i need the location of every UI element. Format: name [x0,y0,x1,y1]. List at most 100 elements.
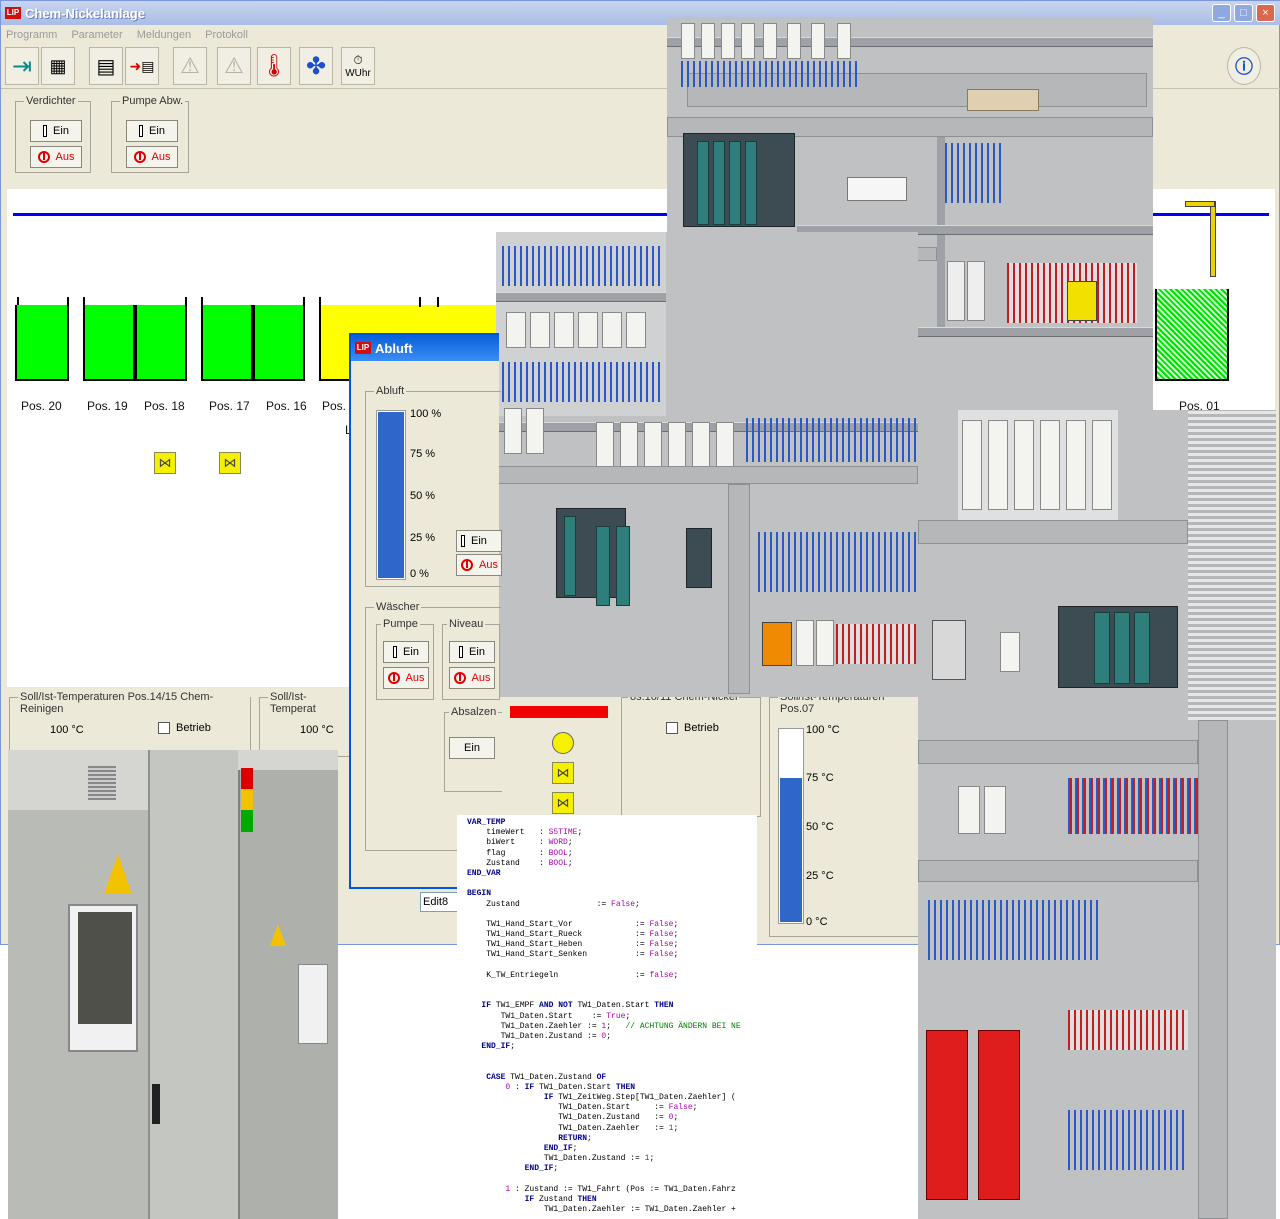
edit8-field[interactable]: Edit8 [420,892,458,912]
fan-icon: ✤ [305,52,327,80]
niveau-off-button[interactable]: Aus [449,667,495,689]
menu-meldungen[interactable]: Meldungen [137,29,191,41]
code-line: K_TW_Entriegeln := false; [467,970,679,980]
tank-pos20[interactable] [15,305,69,381]
abluft-group: Abluft 100 % 75 % 50 % 25 % 0 % Ein Aus [365,385,502,587]
info-button[interactable]: ⓘ [1227,47,1261,85]
thermometer-icon: 🌡 [260,53,288,78]
fan-button[interactable]: ✤ [299,47,333,85]
code-line: END_IF; [481,1042,516,1052]
temp-group-2: Soll/Ist-Temperat 100 °C [259,691,351,757]
on-bar-icon [43,125,48,137]
close-button[interactable]: × [1256,4,1275,22]
code-line: TW1_Daten.Start := True; [467,1011,631,1021]
menu-protokoll[interactable]: Protokoll [205,29,248,41]
wuhr-button[interactable]: ⏱ WUhr [341,47,375,85]
abluft-on-button[interactable]: Ein [456,530,502,552]
verdichter-off-button[interactable]: Aus [30,146,82,168]
code-line: TW1_Daten.Zaehler := 1; [467,1123,679,1133]
valve-icon[interactable]: ⋈ [552,792,574,814]
betrieb-checkbox[interactable]: Betrieb [666,722,719,735]
maximize-button[interactable]: □ [1234,4,1253,22]
code-line: flag : BOOL; [467,848,573,858]
code-line: CASE TW1_Daten.Zustand OF [486,1072,607,1082]
code-line: timeWert : S5TIME; [467,828,583,838]
code-line: 1 : Zustand := TW1_Fahrt (Pos := TW1_Dat… [505,1184,736,1194]
abluft-off-button[interactable]: Aus [456,554,502,576]
absalzen-group: Absalzen Ein [444,706,502,792]
scl-code-listing: VAR_TEMP timeWert : S5TIME; biWert : WOR… [457,815,757,1219]
warning-button-2[interactable]: ⚠ [217,47,251,85]
menu-programm[interactable]: Programm [6,29,57,41]
stop-icon [387,672,400,684]
code-line: END_VAR [467,868,501,878]
tank-pos19[interactable] [83,305,135,381]
pumpe-group: Pumpe Ein Aus [376,618,434,700]
control-cabinet-right-photo [918,410,1276,1219]
cabinet-row-photo [8,750,338,1219]
warning-button-1[interactable]: ⚠ [173,47,207,85]
code-line: TW1_Hand_Start_Rueck := False; [467,930,679,940]
app-logo: LIP [5,7,21,19]
niveau-group: Niveau Ein Aus [442,618,500,700]
tank-pos01[interactable] [1155,289,1229,381]
betrieb-checkbox[interactable]: Betrieb [158,722,211,735]
arrow-document-icon: ➜▤ [129,57,155,74]
temp-gauge-pos07 [778,728,804,924]
export-button[interactable]: ➜▤ [125,47,159,85]
temperature-button[interactable]: 🌡 [257,47,291,85]
on-bar-icon [461,535,465,547]
pumpe-abw-group: Pumpe Abw. Ein Aus [111,95,189,173]
clock-icon: ⏱ [353,53,363,67]
abluft-gauge [376,410,406,580]
code-line: VAR_TEMP [467,818,506,827]
absalzen-on-button[interactable]: Ein [449,737,495,759]
code-line: TW1_Daten.Zustand := 0; [467,1031,612,1041]
panel-button[interactable]: ▦ [41,47,75,85]
stop-icon [461,559,473,571]
exit-icon: ⇥ [11,52,33,80]
pumpe-off-button[interactable]: Aus [383,667,429,689]
code-line: IF TW1_ZeitWeg.Step[TW1_Daten.Zaehler] ( [543,1093,736,1103]
valve-icon[interactable]: ⋈ [219,452,241,474]
crane-icon [1210,201,1216,277]
minimize-button[interactable]: _ [1212,4,1231,22]
chem-nickel-group: os.10/11 Chem-Nickel Betrieb [621,691,761,817]
code-line: TW1_Hand_Start_Vor := False; [467,919,679,929]
niveau-on-button[interactable]: Ein [449,641,495,663]
dialog-title-bar[interactable]: LIP Abluft [351,335,499,361]
code-line: END_IF; [524,1164,559,1174]
app-logo: LIP [355,342,371,354]
abluft-dialog: LIP Abluft Abluft 100 % 75 % 50 % 25 % 0… [349,333,502,889]
code-line: TW1_Daten.Zustand := 0; [467,1113,679,1123]
temp-group-pos14-15: Soll/Ist-Temperaturen Pos.14/15 Chem-Rei… [9,691,251,757]
pumpe-on-button[interactable]: Ein [383,641,429,663]
stop-icon [37,151,50,163]
tank-pos17[interactable] [201,305,253,381]
menu-parameter[interactable]: Parameter [71,29,122,41]
exit-button[interactable]: ⇥ [5,47,39,85]
pumpe-abw-on-button[interactable]: Ein [126,120,178,142]
dialog-title: Abluft [375,340,413,356]
valve-icon[interactable]: ⋈ [552,762,574,784]
stop-icon [133,151,146,163]
document-button[interactable]: ▤ [89,47,123,85]
code-line: END_IF; [543,1144,578,1153]
verdichter-on-button[interactable]: Ein [30,120,82,142]
on-bar-icon [139,125,144,137]
tank-pos18[interactable] [135,305,187,381]
panel-icon: ▦ [49,55,67,76]
code-line: RETURN; [558,1133,592,1143]
valve-icon[interactable]: ⋈ [154,452,176,474]
tank-pos16[interactable] [253,305,305,381]
control-cabinet-middle-photo [496,232,918,697]
document-icon: ▤ [96,55,116,78]
pumpe-abw-off-button[interactable]: Aus [126,146,178,168]
